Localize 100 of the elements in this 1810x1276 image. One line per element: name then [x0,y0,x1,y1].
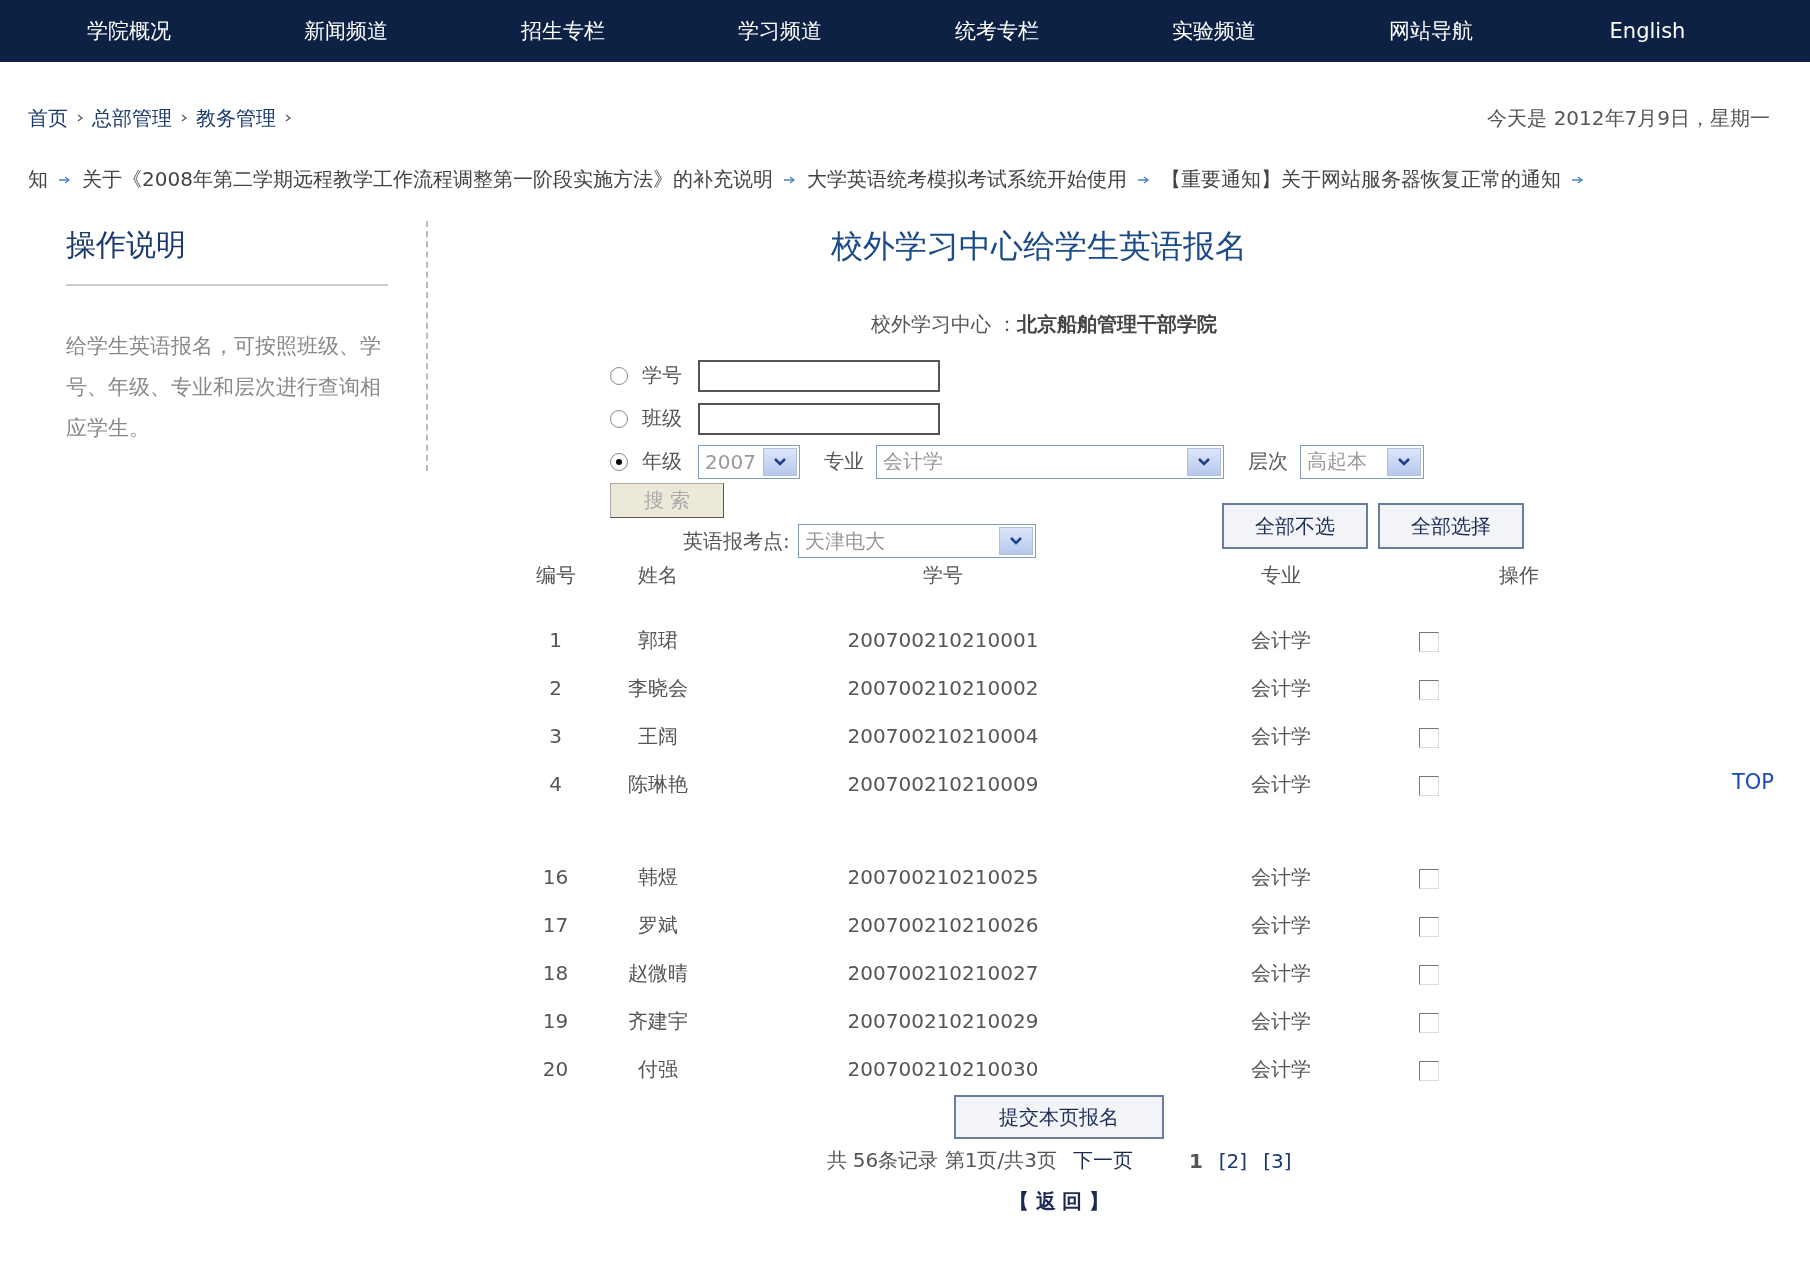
checkbox[interactable] [1419,964,1439,985]
table-cell-text: 李晓会 [627,674,689,702]
table-cell-text: 200700210210029 [846,1009,1040,1033]
nav-link[interactable]: 实验频道 [1105,17,1322,45]
nav-link[interactable]: 统考专栏 [888,17,1105,45]
table-cell-text: 18 [541,961,570,985]
table-cell-text: 王阔 [637,722,679,750]
dropdown-icon [1387,447,1421,476]
nav-link[interactable]: 学习频道 [671,17,888,45]
dropdown-icon [998,527,1033,555]
table-cell-text: 会计学 [1250,1055,1312,1083]
field-label: 年级 [642,448,683,475]
back-link[interactable]: 【 返 回 】 [1008,1188,1110,1215]
arrow-icon [1570,174,1585,185]
next-page-link[interactable]: 下一页 [1072,1147,1133,1174]
table-cell-text: 郭珺 [637,626,679,654]
center-label: 校外学习中心 ： [870,312,1018,336]
field-label: 专业 [824,448,864,475]
bulk-select-button[interactable]: 全部不选 [1221,503,1368,549]
table-cell-text: 200700210210030 [846,1057,1040,1081]
column-header: 操作 [1498,562,1540,589]
input-field[interactable] [698,402,940,435]
table-cell-text: 会计学 [1250,1007,1312,1035]
radio-button[interactable] [610,366,628,385]
arrow-icon [1136,174,1151,185]
checkbox[interactable] [1419,775,1439,796]
table-cell-text: 齐建宇 [627,1007,689,1035]
sidebar-text: 给学生英语报名，可按照班级、学号、年级、专业和层次进行查询相应学生。 [66,333,382,442]
table-cell-text: 赵微晴 [627,959,689,987]
field-label: 层次 [1248,448,1288,475]
table-cell-text: 19 [541,1009,570,1033]
table-cell-text: 20 [541,1057,570,1081]
news-link[interactable]: 【重要通知】关于网站服务器恢复正常的通知 [1160,166,1561,193]
arrow-icon [58,174,72,185]
chevron-icon [76,113,84,123]
table-cell-text: 200700210210027 [846,961,1040,985]
table-cell-text: 200700210210026 [846,913,1040,937]
checkbox[interactable] [1419,631,1439,652]
input-field[interactable] [698,359,940,392]
news-link[interactable]: 大学英语统考模拟考试系统开始使用 [806,166,1127,193]
news-link[interactable]: 知 [28,166,48,193]
table-cell-text: 200700210210002 [846,676,1040,700]
center-name: 北京船舶管理干部学院 [1017,312,1218,336]
breadcrumb-link[interactable]: 教务管理 [196,104,276,132]
table-cell-text: 会计学 [1250,959,1312,987]
table-cell-text: 韩煜 [637,863,679,891]
sidebar-title: 操作说明 [66,221,388,286]
page-title: 校外学习中心给学生英语报名 [830,226,1248,267]
page-link[interactable]: [3] [1263,1148,1292,1173]
table-cell-text: 4 [548,772,563,796]
bulk-select-button[interactable]: 全部选择 [1377,503,1524,549]
checkbox[interactable] [1419,916,1439,937]
column-header: 编号 [534,562,577,589]
nav-link[interactable]: 学院概况 [20,17,237,45]
nav-link[interactable]: 招生专栏 [454,17,671,45]
radio-button[interactable] [610,452,628,471]
record-summary: 共 56条记录 第1页/共3页 [826,1147,1057,1174]
submit-button[interactable]: 提交本页报名 [954,1095,1164,1139]
breadcrumb-link[interactable]: 总部管理 [92,104,172,132]
news-link[interactable]: 关于《2008年第二学期远程教学工作流程调整第一阶段实施方法》的补充说明 [82,166,773,193]
exam-site-label: 英语报考点: [683,527,790,555]
table-cell-text: 会计学 [1250,722,1312,750]
table-cell-text: 会计学 [1250,626,1312,654]
page-link[interactable]: [2] [1218,1148,1248,1173]
top-link[interactable]: TOP [1732,770,1775,794]
table-cell-text: 会计学 [1250,674,1312,702]
nav-link[interactable]: 新闻频道 [237,17,454,45]
checkbox[interactable] [1419,868,1439,889]
table-cell-text: 200700210210009 [846,772,1040,796]
chevron-icon [284,113,292,123]
chevron-icon [180,113,188,123]
table-cell-text: 200700210210004 [846,724,1040,748]
dropdown-icon [763,447,797,476]
breadcrumb-link[interactable]: 首页 [28,104,68,132]
checkbox[interactable] [1419,679,1439,700]
checkbox[interactable] [1419,727,1439,748]
column-header: 专业 [1260,562,1302,589]
page-link[interactable]: 1 [1188,1148,1203,1173]
table-cell-text: 2 [548,676,563,700]
checkbox[interactable] [1419,1060,1439,1081]
table-cell-text: 16 [541,865,570,889]
column-header: 姓名 [637,562,679,589]
table-cell-text: 会计学 [1250,770,1312,798]
table-cell-text: 200700210210025 [846,865,1040,889]
dropdown-icon [1187,447,1221,476]
table-cell-text: 陈琳艳 [627,770,689,798]
nav-link[interactable]: 网站导航 [1322,17,1539,45]
table-cell-text: 17 [541,913,570,937]
nav-link[interactable]: English [1539,19,1756,43]
table-cell-text: 3 [548,724,563,748]
table-cell-text: 1 [548,628,563,652]
table-cell-text: 罗斌 [637,911,679,939]
arrow-icon [782,174,797,185]
table-cell-text: 会计学 [1250,911,1312,939]
checkbox[interactable] [1419,1012,1439,1033]
field-label: 学号 [642,362,683,389]
radio-button[interactable] [610,409,628,428]
field-label: 班级 [642,405,683,432]
table-cell-text: 200700210210001 [846,628,1040,652]
table-cell-text: 会计学 [1250,863,1312,891]
